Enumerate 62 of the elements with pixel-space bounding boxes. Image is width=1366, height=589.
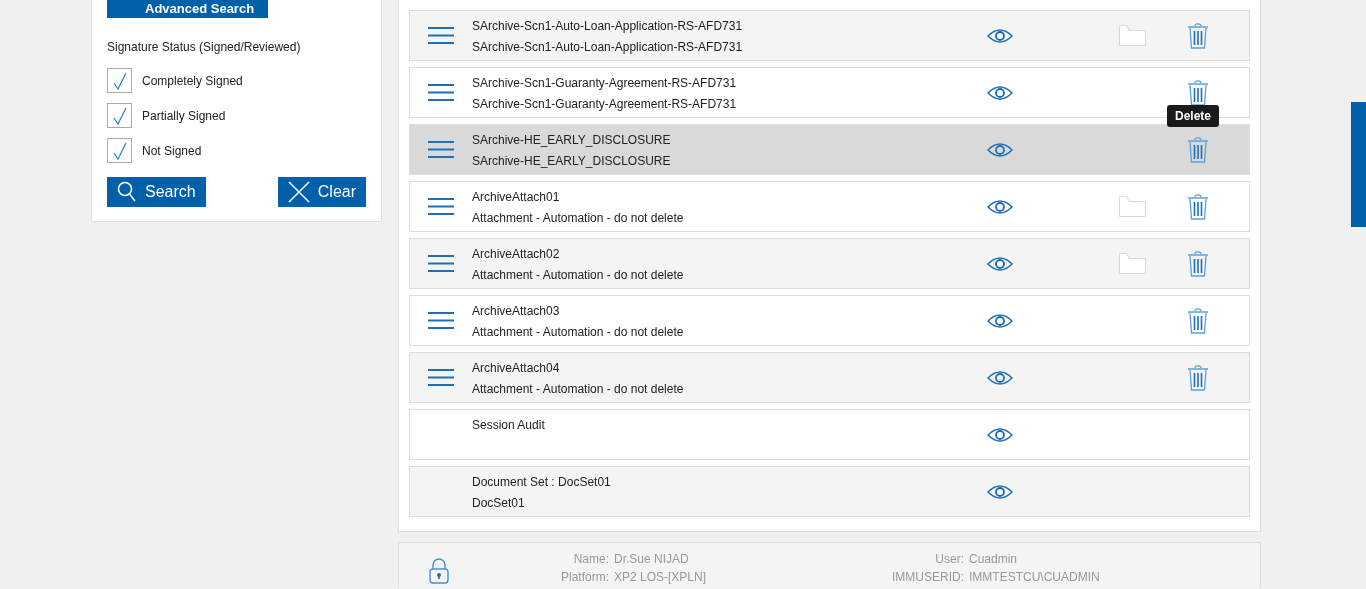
field-value: IMMTESTCU\CUADMIN xyxy=(969,569,1101,586)
menu-icon[interactable] xyxy=(428,255,454,272)
menu-icon[interactable] xyxy=(428,198,454,215)
field-value: Cuadmin xyxy=(969,551,1019,568)
document-description: Attachment - Automation - do not delete xyxy=(472,211,685,225)
checkbox[interactable] xyxy=(107,103,132,128)
document-title: ArchiveAttach02 xyxy=(472,247,561,261)
menu-icon[interactable] xyxy=(428,141,454,158)
document-row[interactable]: Document Set : DocSet01 DocSet01 xyxy=(409,466,1250,517)
field-value: Dr.Sue NIJAD xyxy=(614,551,690,568)
field-value: XP2 LOS-[XPLN] xyxy=(614,569,708,586)
trash-icon[interactable] xyxy=(1187,79,1209,106)
document-title: SArchive-Scn1-Guaranty-Agreement-RS-AFD731 xyxy=(472,76,738,90)
close-icon xyxy=(287,181,310,203)
tooltip: Delete xyxy=(1166,105,1219,127)
menu-icon[interactable] xyxy=(428,369,454,386)
field-label: Platform: xyxy=(560,569,610,586)
document-row[interactable]: ArchiveAttach02 Attachment - Automation - do not delete xyxy=(409,238,1250,289)
document-description: Attachment - Automation - do not delete xyxy=(472,268,685,282)
document-description: Attachment - Automation - do not delete xyxy=(472,382,685,396)
checkbox[interactable] xyxy=(107,68,132,93)
document-row[interactable]: ArchiveAttach04 Attachment - Automation - do not delete xyxy=(409,352,1250,403)
document-row[interactable]: Session Audit xyxy=(409,409,1250,460)
clear-button[interactable]: Clear xyxy=(277,177,366,207)
field-label: Name: xyxy=(572,551,610,568)
document-title: ArchiveAttach01 xyxy=(472,190,561,204)
checkbox-label: Not Signed xyxy=(142,143,202,158)
document-title: ArchiveAttach03 xyxy=(472,304,561,318)
field-label: IMMUSERID: xyxy=(891,569,965,586)
checkbox-label: Partially Signed xyxy=(142,108,226,123)
checkbox[interactable] xyxy=(107,138,132,163)
advanced-search-button[interactable]: Advanced Search xyxy=(107,0,269,18)
eye-icon[interactable] xyxy=(987,198,1013,215)
eye-icon[interactable] xyxy=(987,369,1013,386)
document-description: Attachment - Automation - do not delete xyxy=(472,325,685,339)
document-row[interactable]: SArchive-Scn1-Auto-Loan-Application-RS-AFD731 SArchive-Scn1-Auto-Loan-Application-RS-AFD731 xyxy=(409,10,1250,61)
document-description: DocSet01 xyxy=(472,496,526,510)
document-description: SArchive-HE_EARLY_DISCLOSURE xyxy=(472,154,672,168)
eye-icon[interactable] xyxy=(987,483,1013,500)
checkbox-label: Completely Signed xyxy=(142,73,243,88)
document-title: ArchiveAttach04 xyxy=(472,361,561,375)
document-description: SArchive-Scn1-Auto-Loan-Application-RS-AFD731 xyxy=(472,40,744,54)
section-label: Signature Status (Signed/Reviewed) xyxy=(107,40,302,54)
search-icon xyxy=(117,181,137,203)
document-row[interactable]: ArchiveAttach01 Attachment - Automation - do not delete xyxy=(409,181,1250,232)
document-row[interactable]: ArchiveAttach03 Attachment - Automation - do not delete xyxy=(409,295,1250,346)
eye-icon[interactable] xyxy=(987,312,1013,329)
document-title: SArchive-Scn1-Auto-Loan-Application-RS-AFD731 xyxy=(472,19,744,33)
menu-icon[interactable] xyxy=(428,84,454,101)
menu-icon[interactable] xyxy=(428,27,454,44)
menu-icon[interactable] xyxy=(428,312,454,329)
document-title: Document Set : DocSet01 xyxy=(472,475,612,489)
eye-icon[interactable] xyxy=(987,84,1013,101)
document-title: Session Audit xyxy=(472,418,546,432)
eye-icon[interactable] xyxy=(987,255,1013,272)
field-label: User: xyxy=(934,551,965,568)
eye-icon[interactable] xyxy=(987,426,1013,443)
eye-icon[interactable] xyxy=(987,27,1013,44)
document-title: SArchive-HE_EARLY_DISCLOSURE xyxy=(472,133,672,147)
eye-icon[interactable] xyxy=(987,141,1013,158)
lock-icon xyxy=(429,558,449,584)
search-button[interactable]: Search xyxy=(107,177,206,207)
